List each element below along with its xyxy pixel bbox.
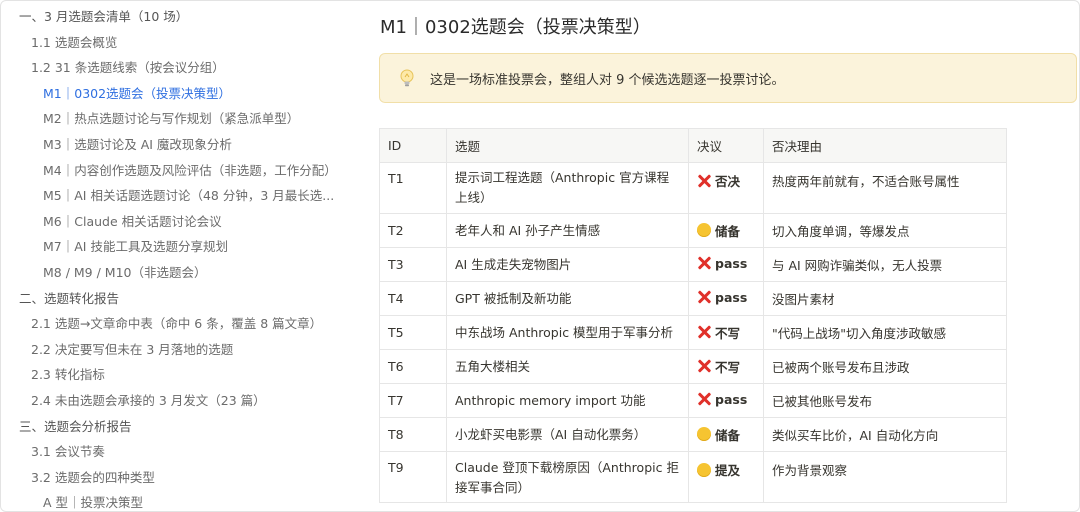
decision-label: pass [715,255,748,271]
cell-reason: "代码上战场"切入角度涉政敏感 [763,315,1007,350]
cell-decision: 储备 [688,213,764,248]
cell-reason: 与 AI 网购诈骗类似，无人投票 [763,247,1007,282]
cell-decision: 储备 [688,417,764,452]
cross-mark-icon [697,392,711,406]
table-header-row: ID 选题 决议 否决理由 [379,128,1007,163]
toc-item[interactable]: 2.1 选题→文章命中表（命中 6 条，覆盖 8 篇文章） [1,311,341,337]
cell-id: T5 [379,315,447,350]
cross-mark-icon [697,290,711,304]
table-row: T5 中东战场 Anthropic 模型用于军事分析 不写 "代码上战场"切入角度涉政… [379,315,1007,350]
cell-topic: 提示词工程选题（Anthropic 官方课程上线） [446,162,689,214]
cell-reason: 热度两年前就有，不适合账号属性 [763,162,1007,214]
toc-item[interactable]: 1.2 31 条选题线索（按会议分组） [1,55,341,81]
cell-topic: 中东战场 Anthropic 模型用于军事分析 [446,315,689,350]
yellow-circle-icon [697,223,711,238]
toc-item[interactable]: 2.4 未由选题会承接的 3 月发文（23 篇） [1,388,341,414]
table-row: T9 Claude 登顶下载榜原因（Anthropic 拒接军事合同） 提及 作为背景… [379,451,1007,503]
topic-table: ID 选题 决议 否决理由 T1 提示词工程选题（Anthropic 官方课程上线… [379,128,1007,503]
cell-topic: 五角大楼相关 [446,349,689,384]
toc-item[interactable]: M8 / M9 / M10（非选题会） [1,260,341,286]
cell-decision: 提及 [688,451,764,503]
cell-id: T8 [379,417,447,452]
cell-id: T7 [379,383,447,418]
toc-item[interactable]: M3｜选题讨论及 AI 魔改现象分析 [1,132,341,158]
header-id: ID [379,128,447,163]
decision-label: pass [715,391,748,407]
header-decision: 决议 [688,128,764,163]
cell-decision: pass [688,383,764,418]
decision-label: 提及 [715,463,741,478]
cell-reason: 没图片素材 [763,281,1007,316]
cross-mark-icon [697,325,711,339]
cell-topic: Anthropic memory import 功能 [446,383,689,418]
toc-item[interactable]: 一、3 月选题会清单（10 场） [1,4,341,30]
table-row: T4 GPT 被抵制及新功能 pass 没图片素材 [379,281,1007,316]
cross-mark-icon [697,256,711,270]
cross-mark-icon [697,359,711,373]
cell-id: T2 [379,213,447,248]
cell-reason: 类似买车比价，AI 自动化方向 [763,417,1007,452]
cell-topic: 老年人和 AI 孙子产生情感 [446,213,689,248]
cell-topic: AI 生成走失宠物图片 [446,247,689,282]
document-window: 一、3 月选题会清单（10 场） 1.1 选题会概览 1.2 31 条选题线索（按会… [0,0,1080,512]
toc-item[interactable]: M2｜热点选题讨论与写作规划（紧急派单型） [1,106,341,132]
toc-item[interactable]: M4｜内容创作选题及风险评估（非选题，工作分配） [1,158,341,184]
table-row: T2 老年人和 AI 孙子产生情感 储备 切入角度单调，等爆发点 [379,213,1007,248]
toc-item[interactable]: 2.3 转化指标 [1,362,341,388]
cell-decision: 不写 [688,349,764,384]
cross-mark-icon [697,174,711,188]
yellow-circle-icon [697,462,711,477]
cell-topic: Claude 登顶下载榜原因（Anthropic 拒接军事合同） [446,451,689,503]
cell-id: T9 [379,451,447,503]
cell-id: T6 [379,349,447,384]
table-row: T8 小龙虾买电影票（AI 自动化票务） 储备 类似买车比价，AI 自动化方向 [379,417,1007,452]
cell-id: T1 [379,162,447,214]
toc-item[interactable]: A 型｜投票决策型 [1,490,341,511]
header-topic: 选题 [446,128,689,163]
yellow-circle-icon [697,427,711,442]
main-content: M1｜0302选题会（投票决策型） 这是一场标准投票会，整组人对 9 个候选选题… [361,1,1079,511]
decision-label: pass [715,289,748,305]
table-row: T6 五角大楼相关 不写 已被两个账号发布且涉政 [379,349,1007,384]
toc-item[interactable]: 二、选题转化报告 [1,286,341,312]
cell-decision: 不写 [688,315,764,350]
cell-id: T3 [379,247,447,282]
callout-box: 这是一场标准投票会，整组人对 9 个候选选题逐一投票讨论。 [379,53,1077,103]
cell-reason: 已被其他账号发布 [763,383,1007,418]
toc-item[interactable]: M1｜0302选题会（投票决策型） [1,81,341,107]
cell-decision: pass [688,247,764,282]
toc-item[interactable]: 1.1 选题会概览 [1,30,341,56]
cell-topic: 小龙虾买电影票（AI 自动化票务） [446,417,689,452]
cell-reason: 作为背景观察 [763,451,1007,503]
toc-item[interactable]: M7｜AI 技能工具及选题分享规划 [1,234,341,260]
toc-item[interactable]: 三、选题会分析报告 [1,414,341,440]
decision-label: 否决 [715,174,741,189]
cell-topic: GPT 被抵制及新功能 [446,281,689,316]
table-row: T3 AI 生成走失宠物图片 pass 与 AI 网购诈骗类似，无人投票 [379,247,1007,282]
decision-label: 不写 [715,325,741,341]
table-row: T7 Anthropic memory import 功能 pass 已被其他账号发布 [379,383,1007,418]
page-title: M1｜0302选题会（投票决策型） [380,17,651,38]
decision-label: 储备 [715,427,741,443]
table-of-contents: 一、3 月选题会清单（10 场） 1.1 选题会概览 1.2 31 条选题线索（按会… [1,1,341,511]
toc-item[interactable]: 2.2 决定要写但未在 3 月落地的选题 [1,337,341,363]
table-row: T1 提示词工程选题（Anthropic 官方课程上线） 否决 热度两年前就有，不适合… [379,162,1007,214]
cell-reason: 已被两个账号发布且涉政 [763,349,1007,384]
cell-id: T4 [379,281,447,316]
toc-item[interactable]: 3.2 选题会的四种类型 [1,465,341,491]
decision-label: 储备 [715,223,741,239]
toc-item[interactable]: M5｜AI 相关话题选题讨论（48 分钟，3 月最长选... [1,183,341,209]
lightbulb-icon [396,67,418,89]
header-reason: 否决理由 [763,128,1007,163]
toc-item[interactable]: 3.1 会议节奏 [1,439,341,465]
cell-reason: 切入角度单调，等爆发点 [763,213,1007,248]
toc-item[interactable]: M6｜Claude 相关话题讨论会议 [1,209,341,235]
cell-decision: pass [688,281,764,316]
callout-text: 这是一场标准投票会，整组人对 9 个候选选题逐一投票讨论。 [430,72,785,88]
decision-label: 不写 [715,359,741,375]
cell-decision: 否决 [688,162,764,214]
